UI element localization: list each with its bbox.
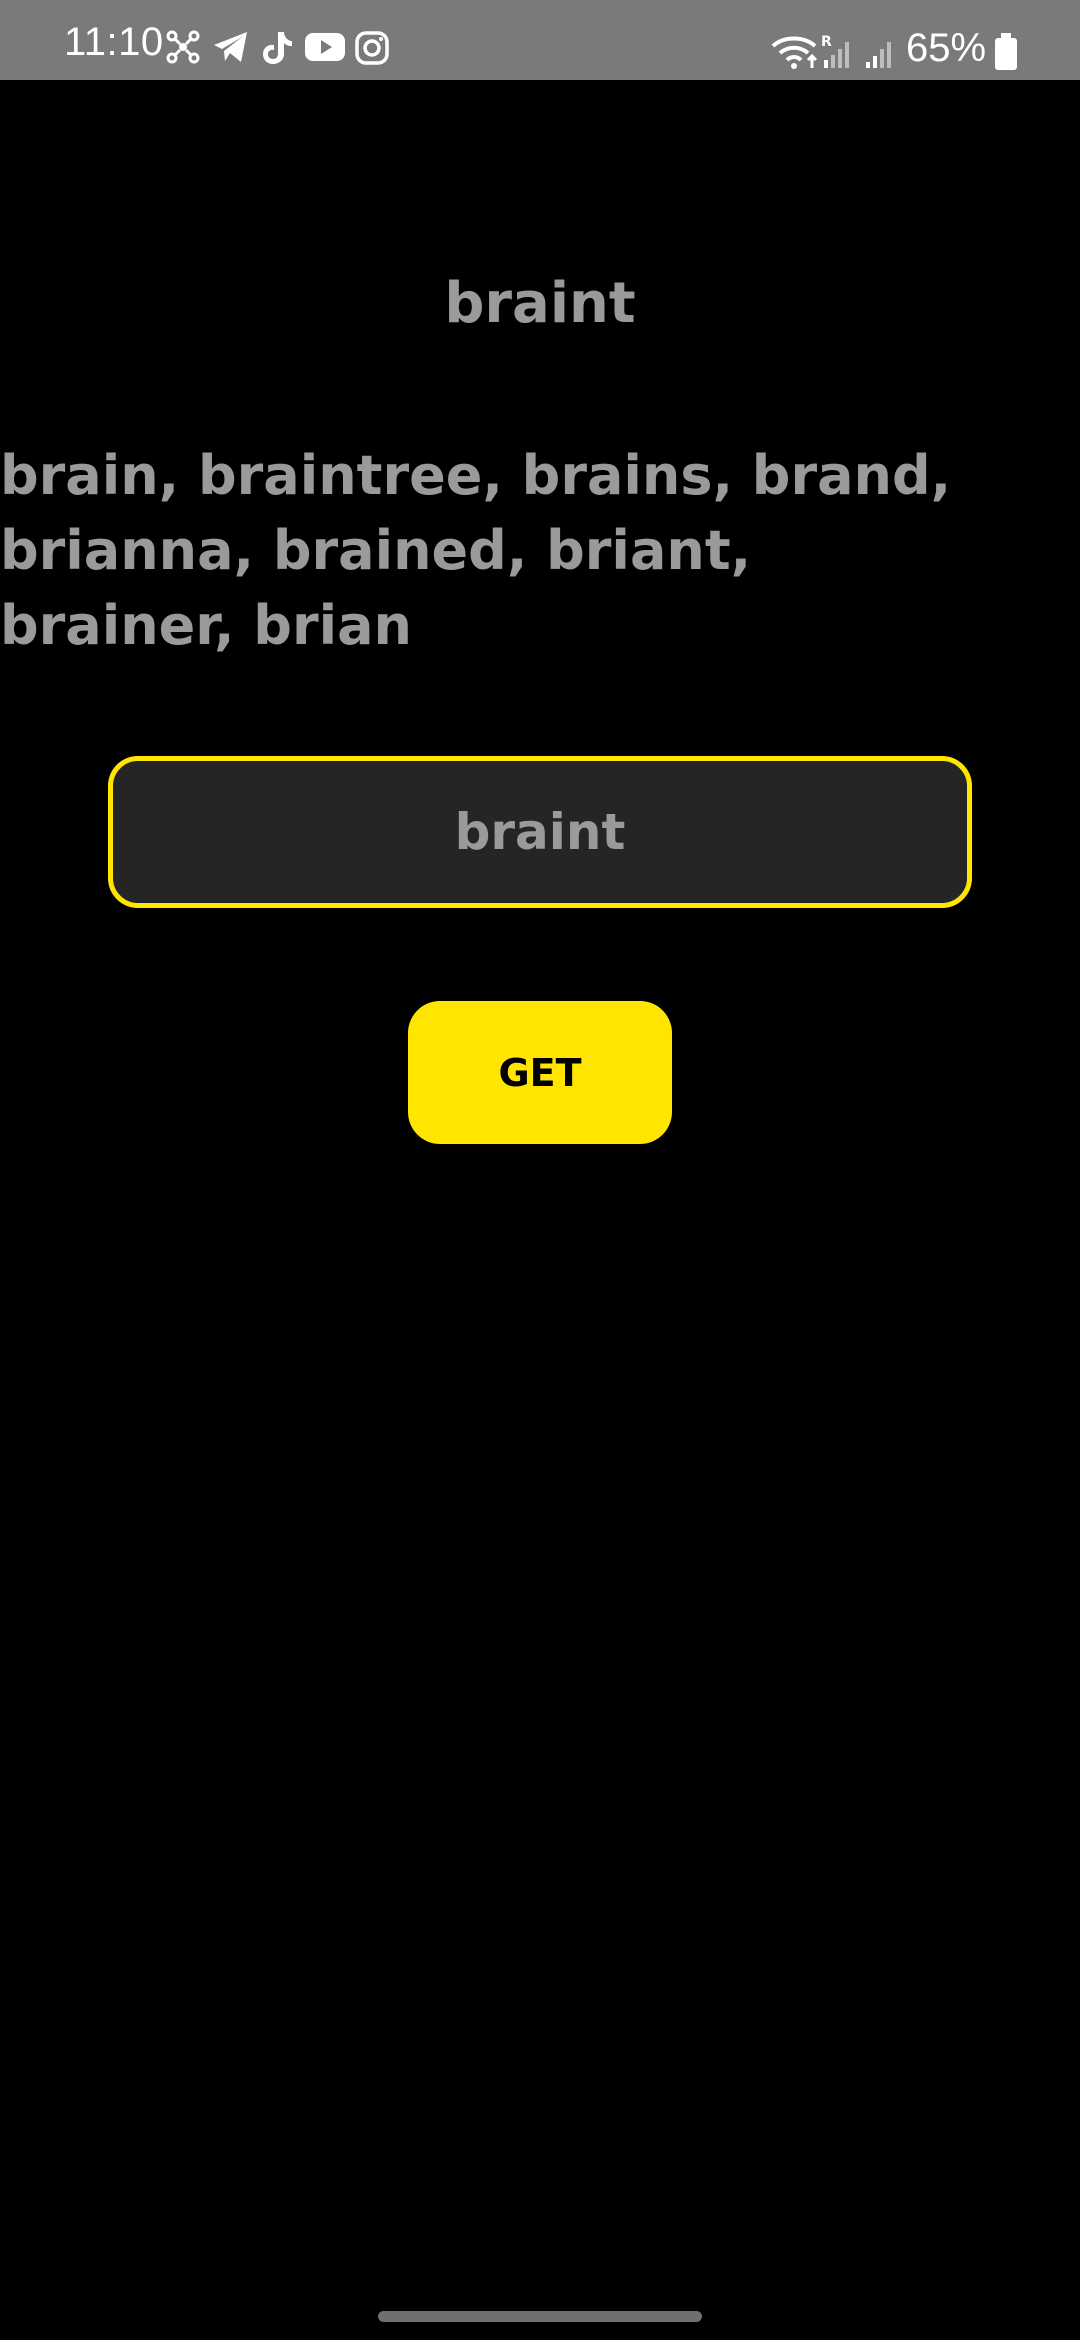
word-title: braint [444,271,636,336]
youtube-icon [305,33,345,61]
get-button[interactable]: GET [408,1001,672,1144]
battery-percentage: 65% [906,26,987,70]
status-bar: 11:10 R 65% [0,0,1080,80]
instagram-icon [355,31,389,65]
word-input[interactable] [108,756,972,908]
battery-icon [995,33,1017,70]
suggestions-text: brain, braintree, brains, brand, brianna… [0,444,952,657]
status-time: 11:10 [64,20,164,64]
home-indicator[interactable] [378,2311,702,2322]
wifi-icon [771,36,818,69]
telegram-icon [214,32,247,62]
signal-icon [866,42,891,68]
network-icon [166,30,200,64]
tiktok-icon [263,32,292,64]
svg-text:R: R [821,34,832,50]
signal-roaming-icon: R [821,34,849,68]
